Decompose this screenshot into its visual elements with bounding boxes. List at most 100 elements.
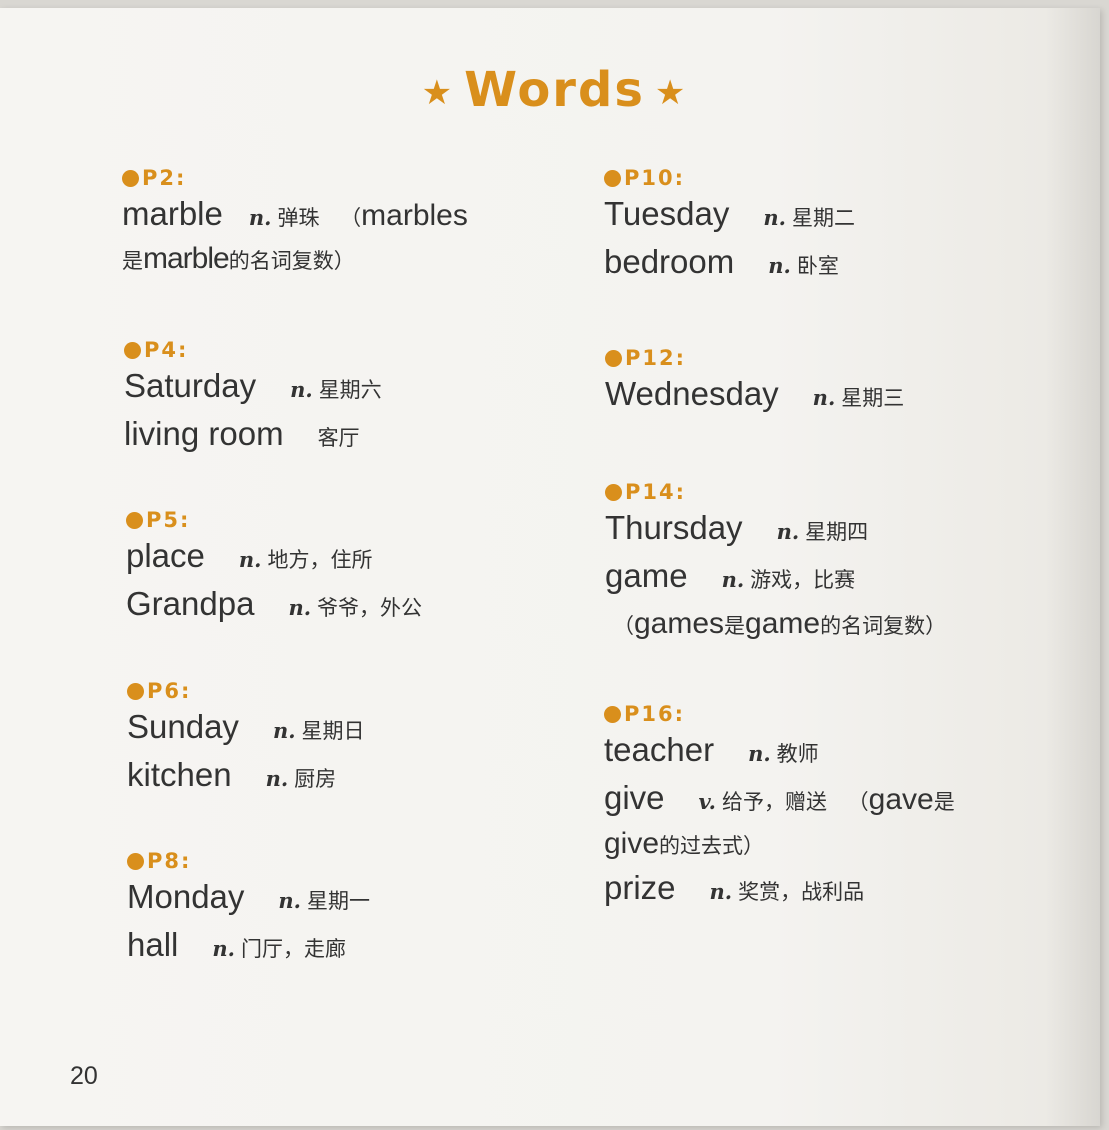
word-entry: Saturday n. 星期六	[124, 364, 382, 412]
section-heading: P16:	[604, 700, 955, 728]
section-p16: P16: teacher n. 教师 give v. 给予，赠送 （gave是 give…	[604, 700, 955, 914]
english-word: Monday	[127, 878, 245, 915]
word-entry: hall n. 门厅，走廊	[127, 923, 370, 971]
english-word: bedroom	[604, 243, 735, 280]
english-word: Saturday	[124, 367, 257, 404]
word-entry: Monday n. 星期一	[127, 875, 370, 923]
section-heading: P10:	[604, 164, 855, 192]
title-text: Words	[464, 62, 645, 118]
part-of-speech: n.	[238, 547, 262, 572]
note-line: 是marble的名词复数）	[122, 242, 355, 275]
section-heading: P2:	[122, 164, 468, 192]
word-entry: game n. 游戏，比赛	[605, 554, 946, 602]
english-word: kitchen	[127, 756, 232, 793]
english-word: give	[604, 779, 665, 816]
bullet-dot-icon	[126, 511, 143, 529]
section-p6: P6: Sunday n. 星期日 kitchen n. 厨房	[127, 677, 365, 801]
english-word: Thursday	[605, 509, 743, 546]
chinese-meaning: 教师	[776, 742, 819, 766]
page-number: 20	[70, 1062, 98, 1090]
word-entry: Thursday n. 星期四	[605, 506, 946, 554]
note-line: give的过去式）	[604, 827, 765, 860]
section-heading: P14:	[605, 478, 946, 506]
english-word: place	[126, 537, 205, 574]
section-heading: P5:	[126, 506, 422, 534]
note-line: （games是game的名词复数）	[613, 607, 947, 640]
part-of-speech: n.	[748, 741, 771, 766]
english-word: game	[605, 557, 688, 594]
bullet-dot-icon	[605, 349, 622, 367]
chinese-meaning: 星期二	[791, 206, 855, 230]
note-english: marbles	[361, 199, 468, 232]
part-of-speech: n.	[721, 567, 745, 592]
section-p14: P14: Thursday n. 星期四 game n. 游戏，比赛 （games是ga…	[605, 478, 946, 648]
english-word: Grandpa	[126, 585, 255, 622]
part-of-speech: n.	[288, 595, 312, 620]
part-of-speech: n.	[265, 766, 289, 791]
section-p8: P8: Monday n. 星期一 hall n. 门厅，走廊	[127, 847, 370, 971]
section-heading: P12:	[605, 344, 904, 372]
bullet-dot-icon	[124, 341, 141, 359]
part-of-speech: n.	[768, 253, 791, 278]
chinese-meaning: 游戏，比赛	[750, 568, 856, 592]
note-open: （	[333, 206, 362, 230]
word-entry: teacher n. 教师	[604, 728, 955, 776]
chinese-meaning: 星期日	[301, 719, 365, 743]
section-p2: P2: marble n. 弹珠 （marbles 是marble的名词复数）	[122, 164, 468, 280]
word-entry: give v. 给予，赠送 （gave是	[604, 776, 955, 824]
section-p10: P10: Tuesday n. 星期二 bedroom n. 卧室	[604, 164, 855, 288]
chinese-meaning: 厨房	[294, 767, 337, 791]
section-p4: P4: Saturday n. 星期六 living room 客厅	[124, 336, 382, 460]
word-entry: Tuesday n. 星期二	[604, 192, 855, 240]
english-word: marble	[122, 195, 223, 232]
word-entry: bedroom n. 卧室	[604, 240, 855, 288]
word-entry: living room 客厅	[124, 412, 382, 460]
bullet-dot-icon	[604, 705, 621, 723]
chinese-meaning: 奖赏，战利品	[738, 880, 865, 904]
word-entry: prize n. 奖赏，战利品	[604, 866, 955, 914]
part-of-speech: n.	[763, 205, 786, 230]
chinese-meaning: 星期四	[805, 520, 869, 544]
section-p5: P5: place n. 地方，住所 Grandpa n. 爷爷，外公	[126, 506, 422, 630]
chinese-meaning: 爷爷，外公	[317, 596, 423, 620]
english-word: prize	[604, 869, 676, 906]
star-icon: ★	[654, 73, 688, 113]
chinese-meaning: 客厅	[317, 426, 360, 450]
word-entry: Wednesday n. 星期三	[605, 372, 904, 420]
section-heading: P8:	[127, 847, 370, 875]
chinese-meaning: 卧室	[796, 254, 839, 278]
star-icon: ★	[421, 73, 455, 113]
section-heading: P4:	[124, 336, 382, 364]
chinese-meaning: 星期六	[318, 378, 382, 402]
word-entry: place n. 地方，住所	[126, 534, 422, 582]
part-of-speech: n.	[212, 936, 235, 961]
part-of-speech: n.	[272, 718, 296, 743]
page-title: ★ Words ★	[0, 62, 1109, 118]
chinese-meaning: 门厅，走廊	[240, 937, 346, 961]
part-of-speech: n.	[290, 377, 313, 402]
part-of-speech: n.	[709, 879, 733, 904]
word-entry: Sunday n. 星期日	[127, 705, 365, 753]
bullet-dot-icon	[605, 483, 622, 501]
chinese-meaning: 星期三	[841, 386, 905, 410]
chinese-meaning: 星期一	[307, 889, 370, 913]
note-english: gave	[868, 783, 934, 816]
english-word: hall	[127, 926, 179, 963]
english-word: Wednesday	[605, 375, 779, 412]
english-word: teacher	[604, 731, 715, 768]
chinese-meaning: 给予，赠送	[721, 790, 827, 814]
part-of-speech: n.	[776, 519, 800, 544]
english-word: living room	[124, 415, 284, 452]
english-word: Tuesday	[604, 195, 730, 232]
part-of-speech: n.	[278, 888, 301, 913]
word-entry: marble n. 弹珠 （marbles	[122, 192, 468, 240]
bullet-dot-icon	[127, 852, 144, 870]
chinese-meaning: 地方，住所	[267, 548, 373, 572]
section-p12: P12: Wednesday n. 星期三	[605, 344, 904, 420]
chinese-meaning: 弹珠	[277, 206, 320, 230]
bullet-dot-icon	[122, 169, 139, 187]
section-heading: P6:	[127, 677, 365, 705]
note-chinese: 是	[933, 790, 955, 814]
word-entry: kitchen n. 厨房	[127, 753, 365, 801]
part-of-speech: n.	[812, 385, 836, 410]
